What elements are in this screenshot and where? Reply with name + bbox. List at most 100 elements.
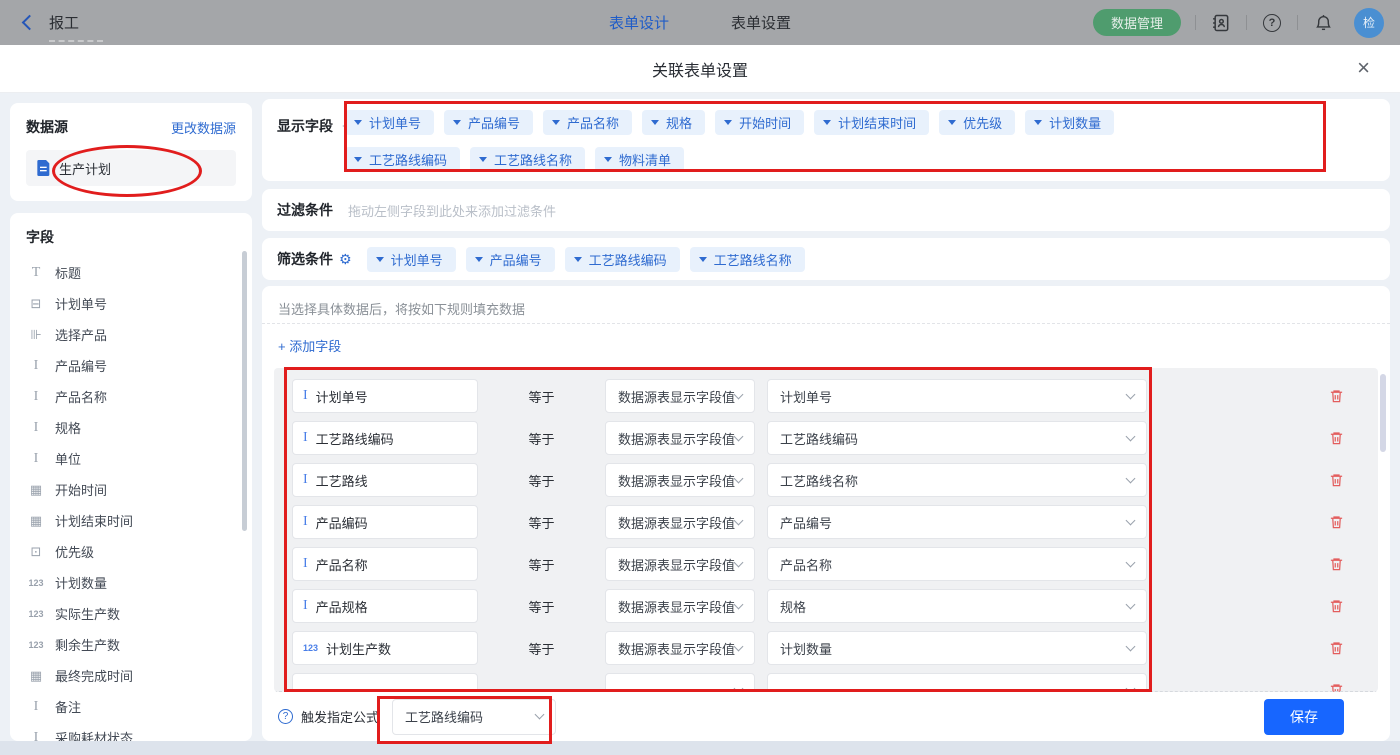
input-field-icon: ⊟ [26,296,46,312]
rule-field-input[interactable]: I计划单号 [292,379,478,413]
rule-field-input[interactable]: I产品编码 [292,505,478,539]
field-tag[interactable]: 优先级 [939,110,1015,135]
fill-rules-panel: 当选择具体数据后，将按如下规则填充数据 + 添加字段 I计划单号等于数据源表显示… [262,286,1390,741]
rule-source-select[interactable]: 数据源表显示字段值 [605,379,755,413]
close-icon[interactable]: × [1357,55,1370,81]
text-field-icon: I [303,514,308,530]
fields-scrollbar[interactable] [242,251,247,531]
rule-field-input[interactable]: I产品名称 [292,547,478,581]
field-tag[interactable]: 产品编号 [444,110,533,135]
field-item-label: 产品编号 [55,356,107,375]
field-tag[interactable]: 开始时间 [715,110,804,135]
rule-field-input[interactable]: I工艺路线 [292,463,478,497]
rule-value-select[interactable]: 计划单号 [767,379,1147,413]
caret-down-icon [823,120,831,125]
tab-form-design[interactable]: 表单设计 [609,12,669,33]
rule-value-select[interactable]: 工艺路线名称 [767,463,1147,497]
field-tag[interactable]: 工艺路线编码 [345,147,460,172]
field-item-label: 计划数量 [55,573,107,592]
delete-row-button[interactable] [1329,514,1344,530]
field-item-label: 剩余生产数 [55,635,120,654]
rule-field-input[interactable] [292,673,478,692]
rule-value-select[interactable]: 规格 [767,589,1147,623]
field-item[interactable]: I产品名称 [26,381,252,412]
rule-field-input[interactable]: 123计划生产数 [292,631,478,665]
field-item[interactable]: I规格 [26,412,252,443]
display-fields-panel: 显示字段 + 计划单号产品编号产品名称规格开始时间计划结束时间优先级计划数量工艺… [262,99,1390,181]
field-item[interactable]: I备注 [26,691,252,722]
delete-row-button[interactable] [1329,388,1344,404]
field-item[interactable]: 123实际生产数 [26,598,252,629]
save-button[interactable]: 保存 [1264,699,1344,735]
select-field-icon: ⊡ [26,544,46,560]
rule-source-select-value: 数据源表显示字段值 [618,387,735,406]
rule-value-select[interactable]: 工艺路线编码 [767,421,1147,455]
field-tag[interactable]: 计划单号 [367,247,456,272]
field-item[interactable]: ▦最终完成时间 [26,660,252,691]
help-icon[interactable]: ? [278,709,293,724]
trigger-formula-value: 工艺路线编码 [405,707,483,726]
text-field-icon: I [26,730,46,742]
field-tag-label: 产品编号 [468,113,520,132]
field-item[interactable]: ⊪选择产品 [26,319,252,350]
delete-row-button[interactable] [1329,430,1344,446]
delete-row-button[interactable] [1329,556,1344,572]
field-tag[interactable]: 工艺路线名称 [690,247,805,272]
rule-source-select[interactable]: 数据源表显示字段值 [605,421,755,455]
field-item[interactable]: 123剩余生产数 [26,629,252,660]
field-tag[interactable]: 产品名称 [543,110,632,135]
gear-icon[interactable]: ⚙ [339,251,352,268]
field-item[interactable]: 123计划数量 [26,567,252,598]
rule-value-select-value: 产品名称 [780,555,832,574]
field-tag-label: 规格 [666,113,692,132]
field-tag[interactable]: 计划结束时间 [814,110,929,135]
rule-source-select[interactable]: 数据源表显示字段值 [605,505,755,539]
field-tag[interactable]: 工艺路线编码 [565,247,680,272]
fill-rules-intro: 当选择具体数据后，将按如下规则填充数据 [278,299,525,318]
field-tag[interactable]: 规格 [642,110,705,135]
field-item[interactable]: I单位 [26,443,252,474]
text-field-icon: I [303,388,308,404]
caret-down-icon [376,257,384,262]
field-item[interactable]: ▦计划结束时间 [26,505,252,536]
field-item[interactable]: ⊡优先级 [26,536,252,567]
field-item[interactable]: ⊟计划单号 [26,288,252,319]
datasource-item[interactable]: 生产计划 [26,150,236,186]
rule-source-select[interactable]: 数据源表显示字段值 [605,631,755,665]
filter-drop-placeholder[interactable]: 拖动左侧字段到此处来添加过滤条件 [348,201,556,220]
field-tag[interactable]: 计划数量 [1025,110,1114,135]
delete-row-button[interactable] [1329,598,1344,614]
rule-field-input[interactable]: I产品规格 [292,589,478,623]
rule-source-select[interactable]: 数据源表显示字段值 [605,589,755,623]
rule-source-select[interactable]: 数据源表显示字段值 [605,547,755,581]
trigger-formula-select[interactable]: 工艺路线编码 [392,699,556,735]
rule-operator: 等于 [528,429,554,448]
field-item[interactable]: ▦开始时间 [26,474,252,505]
app-window: 报工 表单设计 表单设置 数据管理 ? [0,0,1400,755]
rule-source-select[interactable]: 数据源表显示字段值 [605,463,755,497]
rule-value-select[interactable]: 产品编号 [767,505,1147,539]
delete-row-button[interactable] [1329,682,1344,692]
field-tag[interactable]: 工艺路线名称 [470,147,585,172]
modal-title: 关联表单设置 [652,57,748,81]
rule-source-select[interactable] [605,673,755,692]
field-item[interactable]: I产品编号 [26,350,252,381]
field-tag[interactable]: 计划单号 [345,110,434,135]
rule-field-label: 工艺路线 [316,471,368,490]
tab-form-settings[interactable]: 表单设置 [731,12,791,33]
field-tag[interactable]: 物料清单 [595,147,684,172]
rules-scrollbar[interactable] [1380,374,1386,452]
rule-value-select[interactable]: 计划数量 [767,631,1147,665]
rule-value-select[interactable]: 产品名称 [767,547,1147,581]
chart-field-icon: ⊪ [26,327,46,343]
rule-value-select[interactable] [767,673,1147,692]
delete-row-button[interactable] [1329,472,1344,488]
field-tag[interactable]: 产品编号 [466,247,555,272]
field-item[interactable]: I采购耗材状态 [26,722,252,741]
change-datasource-link[interactable]: 更改数据源 [171,118,236,137]
rule-field-input[interactable]: I工艺路线编码 [292,421,478,455]
delete-row-button[interactable] [1329,640,1344,656]
chevron-down-icon [1126,473,1136,483]
field-item[interactable]: T标题 [26,257,252,288]
add-field-link[interactable]: + 添加字段 [278,336,341,355]
